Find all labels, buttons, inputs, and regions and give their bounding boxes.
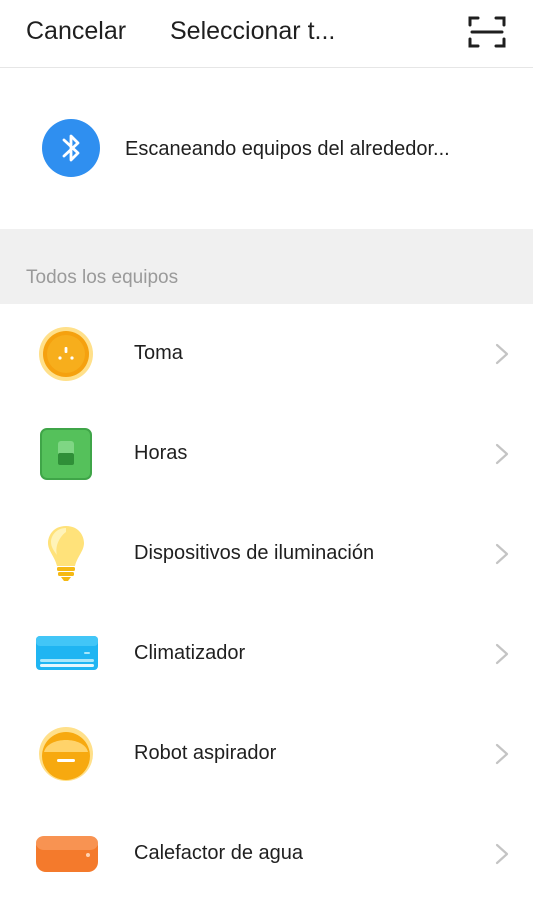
device-item-switch[interactable]: Horas <box>0 404 533 504</box>
section-label: Todos los equipos <box>26 267 179 288</box>
water-heater-icon <box>36 826 98 882</box>
air-conditioner-icon <box>36 626 98 682</box>
chevron-right-icon <box>494 443 510 465</box>
device-label: Calefactor de agua <box>134 842 304 864</box>
device-item-lighting[interactable]: Dispositivos de iluminación <box>0 504 533 604</box>
scan-status-text: Escaneando equipos del alrededor... <box>125 138 450 160</box>
scan-icon[interactable] <box>468 15 506 49</box>
top-bar: Cancelar Seleccionar t... <box>0 0 533 68</box>
section-header: Todos los equipos <box>0 229 533 304</box>
device-label: Horas <box>134 442 188 464</box>
socket-icon <box>36 326 98 382</box>
chevron-right-icon <box>494 643 510 665</box>
bluetooth-scan-row: Escaneando equipos del alrededor... <box>0 69 533 229</box>
chevron-right-icon <box>494 743 510 765</box>
device-list: Toma Horas Dispositivos de iluminación C… <box>0 304 533 900</box>
device-label: Climatizador <box>134 642 246 664</box>
device-item-socket[interactable]: Toma <box>0 304 533 404</box>
device-label: Toma <box>134 342 183 364</box>
switch-icon <box>36 426 98 482</box>
chevron-right-icon <box>494 343 510 365</box>
device-label: Robot aspirador <box>134 742 277 764</box>
chevron-right-icon <box>494 543 510 565</box>
chevron-right-icon <box>494 843 510 865</box>
device-item-air-conditioner[interactable]: Climatizador <box>0 604 533 704</box>
light-bulb-icon <box>36 526 98 582</box>
page-title: Seleccionar t... <box>170 17 336 45</box>
robot-vacuum-icon <box>36 726 98 782</box>
device-item-robot-vacuum[interactable]: Robot aspirador <box>0 704 533 804</box>
cancel-button[interactable]: Cancelar <box>26 17 126 46</box>
device-item-water-heater[interactable]: Calefactor de agua <box>0 804 533 900</box>
device-label: Dispositivos de iluminación <box>134 542 375 564</box>
bluetooth-icon <box>42 119 100 177</box>
